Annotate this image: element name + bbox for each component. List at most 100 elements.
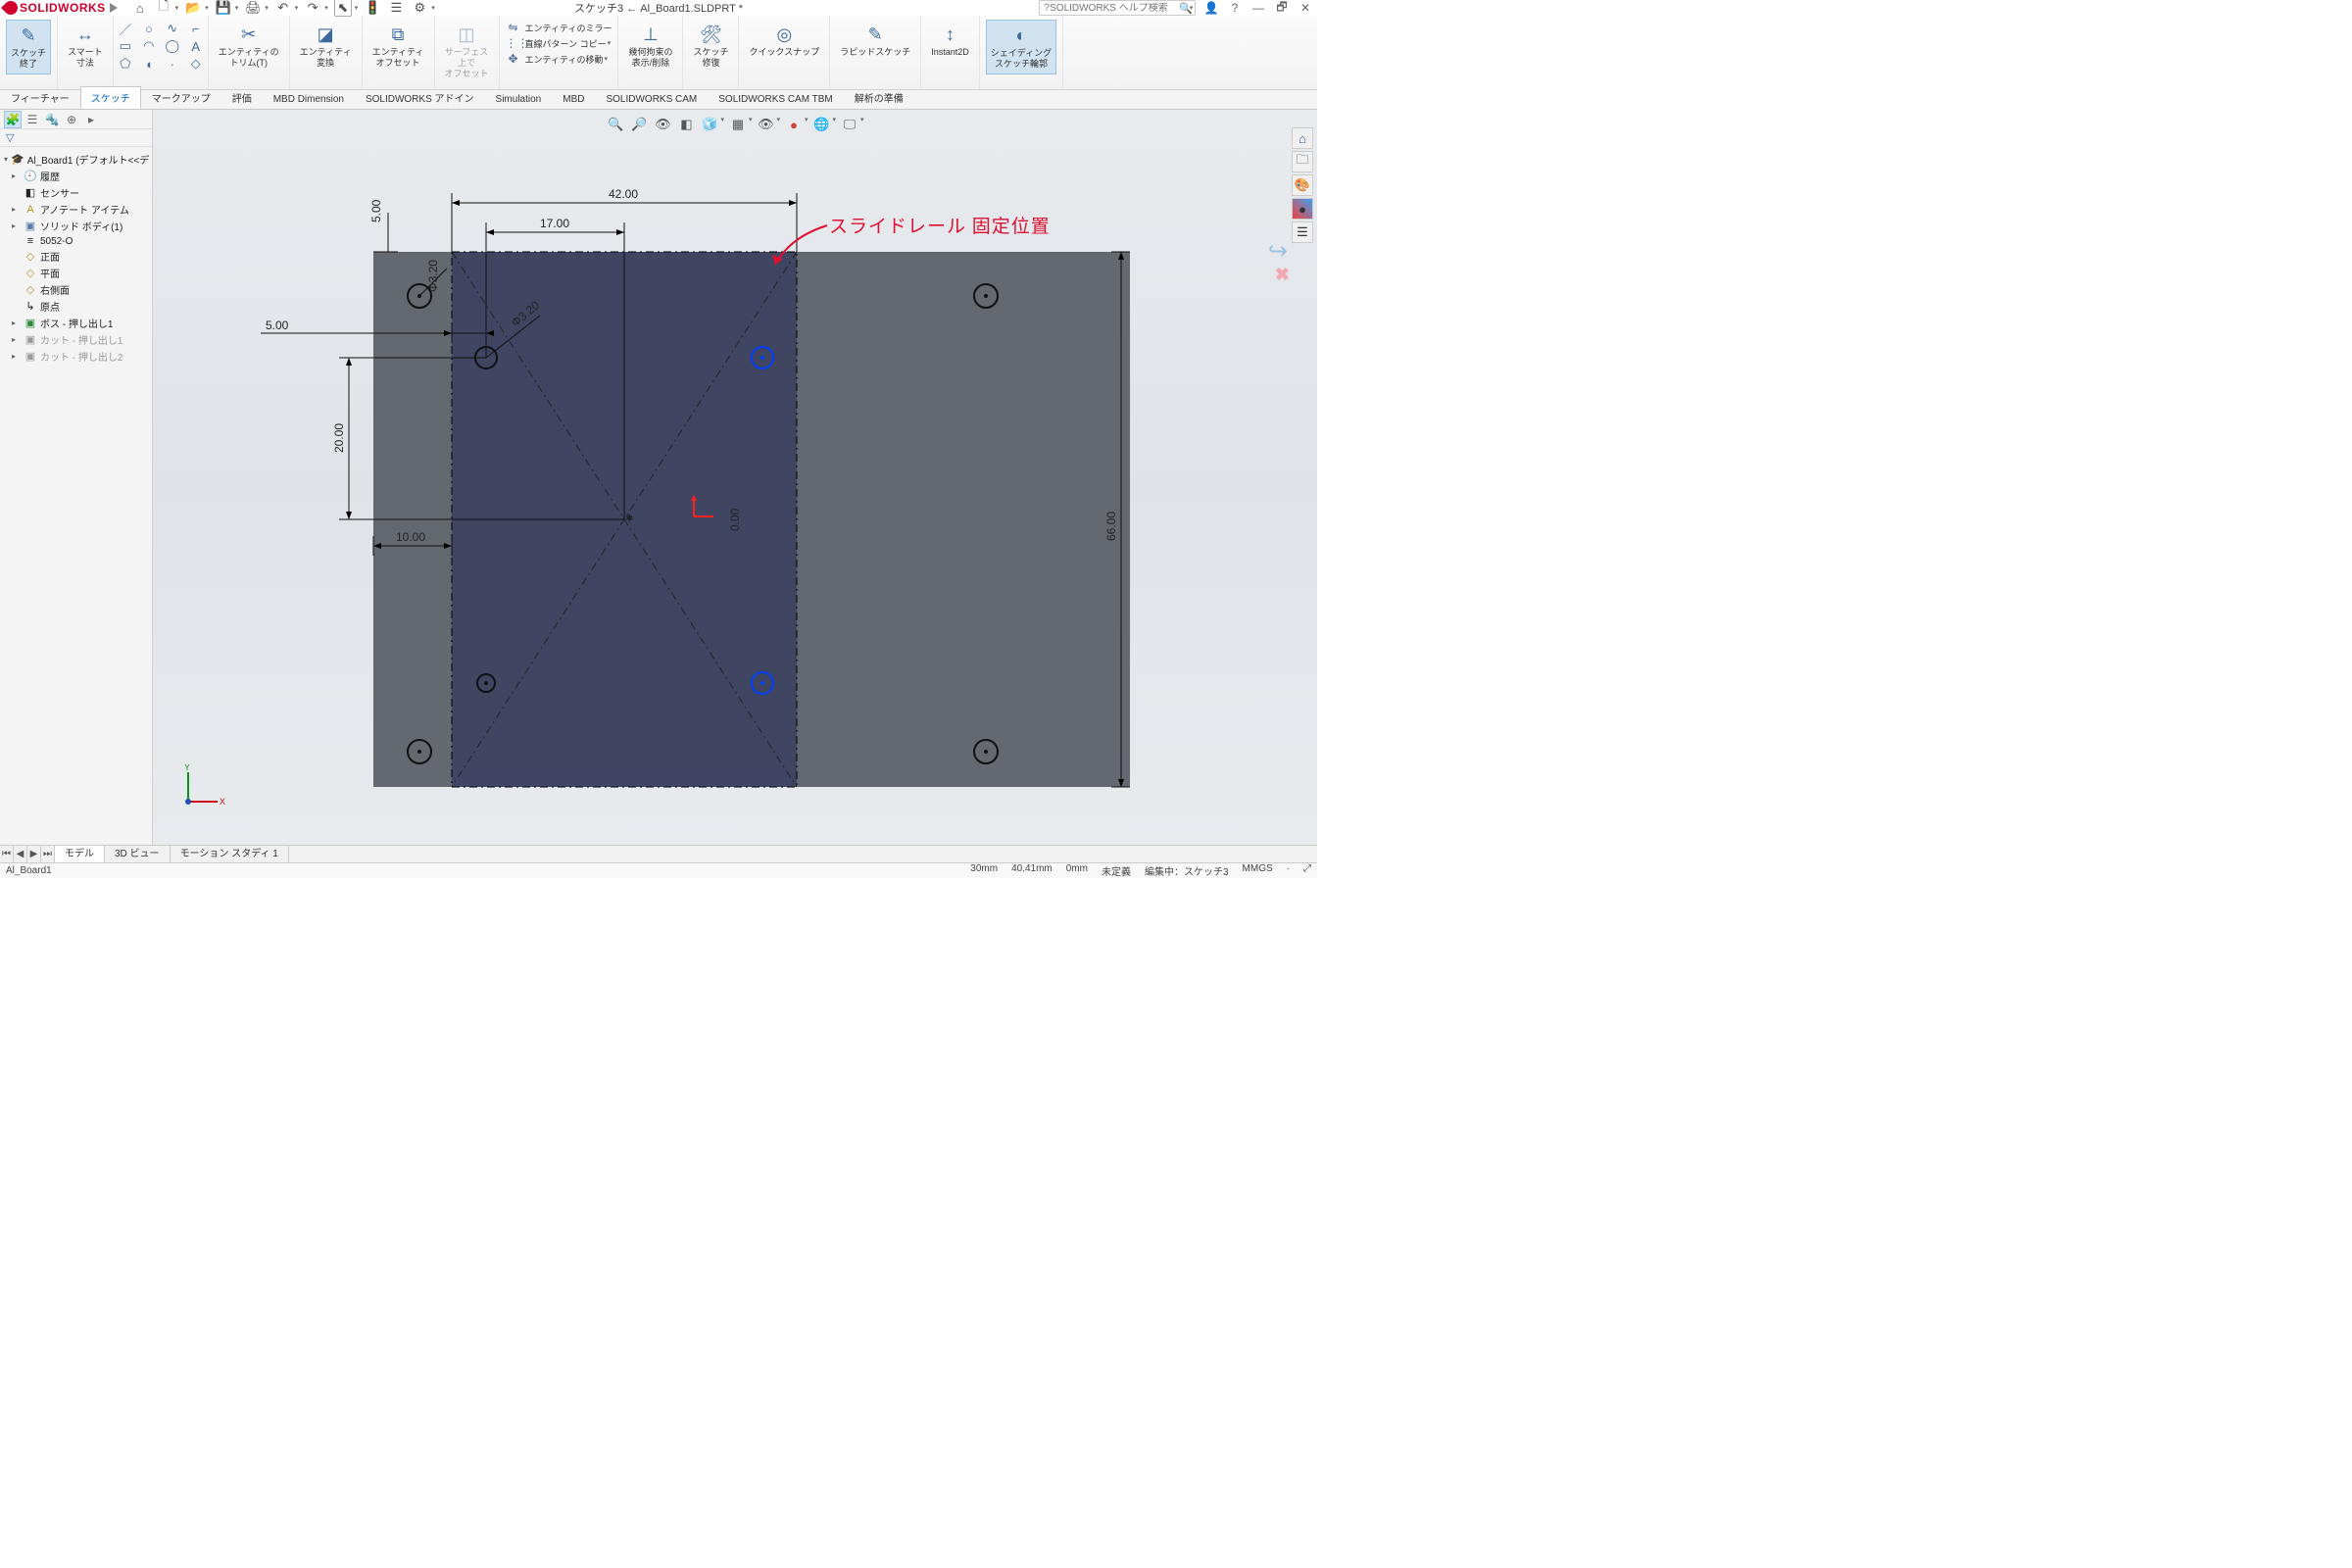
tree-sensors[interactable]: ◧センサー: [2, 184, 150, 201]
home-pane-icon[interactable]: ⌂: [1292, 127, 1313, 149]
feature-tab-icon[interactable]: 🧩: [4, 111, 22, 128]
last-tab-icon[interactable]: ⏭: [41, 846, 55, 862]
shaded-button[interactable]: ◐シェイディング スケッチ輪郭: [986, 20, 1056, 74]
tab-3dview[interactable]: 3D ビュー: [105, 846, 171, 862]
restore-icon[interactable]: 🗗: [1274, 0, 1290, 19]
text-icon[interactable]: A: [186, 37, 206, 55]
spline-icon[interactable]: ∿: [163, 20, 182, 37]
help-search-input[interactable]: [1050, 3, 1179, 14]
smart-dimension-button[interactable]: ↔ スマート 寸法: [64, 20, 107, 73]
filter-icon[interactable]: ▽: [0, 129, 152, 147]
offset-button[interactable]: ⧉エンティティ オフセット: [368, 20, 428, 73]
quicksnap-button[interactable]: ◎クイックスナップ: [745, 20, 823, 62]
options-icon[interactable]: ☰: [387, 0, 405, 17]
command-tabs: フィーチャー スケッチ マークアップ 評価 MBD Dimension SOLI…: [0, 90, 1317, 110]
linear-pattern-button[interactable]: ⋮⋮直線パターン コピー▾: [506, 35, 612, 51]
tab-addins[interactable]: SOLIDWORKS アドイン: [355, 86, 485, 109]
tree-origin[interactable]: ↳原点: [2, 298, 150, 315]
redo-icon[interactable]: ↷: [304, 0, 321, 17]
open-icon[interactable]: 📂: [184, 0, 202, 17]
user-icon[interactable]: 👤: [1203, 1, 1219, 15]
properties-icon[interactable]: ☰: [1292, 221, 1313, 243]
svg-text:X: X: [220, 797, 225, 807]
config-tab-icon[interactable]: 🔩: [43, 111, 61, 128]
plane-icon[interactable]: ◇: [186, 55, 206, 73]
view-triad[interactable]: Y X: [176, 764, 225, 813]
tree-boss1[interactable]: ▸▣ボス - 押し出し1: [2, 315, 150, 331]
tree-cut1[interactable]: ▸▣カット - 押し出し1: [2, 331, 150, 348]
rect-icon[interactable]: ▭: [116, 37, 135, 55]
fillet-icon[interactable]: ⌐: [186, 20, 206, 37]
tab-simulation[interactable]: Simulation: [485, 90, 553, 109]
help-icon[interactable]: ?: [1227, 1, 1243, 15]
tab-cam[interactable]: SOLIDWORKS CAM: [595, 90, 708, 109]
resources-icon[interactable]: 🗀: [1292, 151, 1313, 172]
exit-sketch-button[interactable]: ✎ スケッチ 終了: [6, 20, 51, 74]
line-icon[interactable]: ／: [116, 20, 135, 37]
tab-mbd-dim[interactable]: MBD Dimension: [263, 90, 355, 109]
save-icon[interactable]: 💾: [215, 0, 232, 17]
tree-material[interactable]: ≡5052-O: [2, 234, 150, 248]
property-tab-icon[interactable]: ☰: [24, 111, 41, 128]
home-icon[interactable]: ⌂: [131, 0, 149, 17]
ellipse-icon[interactable]: ◯: [163, 37, 182, 55]
mirror-button[interactable]: ⇋エンティティのミラー: [506, 20, 612, 35]
tab-mbd[interactable]: MBD: [552, 90, 595, 109]
tab-features[interactable]: フィーチャー: [0, 86, 80, 109]
tab-motion[interactable]: モーション スタディ 1: [171, 846, 289, 862]
palette-icon[interactable]: 🎨: [1292, 174, 1313, 196]
arc-icon[interactable]: ◠: [139, 37, 159, 55]
instant2d-button[interactable]: ↕Instant2D: [927, 20, 973, 62]
play-icon[interactable]: [110, 3, 118, 13]
tree-cut2[interactable]: ▸▣カット - 押し出し2: [2, 348, 150, 365]
tree-annotations[interactable]: ▸Aアノテート アイテム: [2, 201, 150, 218]
move-entity-button[interactable]: ✥エンティティの移動▾: [506, 51, 608, 67]
print-icon[interactable]: 🖨: [244, 0, 262, 17]
tree-solidbodies[interactable]: ▸▣ソリッド ボディ(1): [2, 218, 150, 234]
first-tab-icon[interactable]: ⏮: [0, 846, 14, 862]
rotate-confirm-icon[interactable]: ↪: [1268, 237, 1288, 266]
trim-button[interactable]: ✂エンティティの トリム(T): [215, 20, 283, 73]
tab-cam-tbm[interactable]: SOLIDWORKS CAM TBM: [708, 90, 844, 109]
rapid-button[interactable]: ✎ラピッドスケッチ: [836, 20, 914, 62]
help-search[interactable]: ? 🔍▾: [1039, 0, 1196, 16]
tab-evaluate[interactable]: 評価: [221, 86, 263, 109]
geo-rel-button[interactable]: ⊥幾何拘束の 表示/削除: [624, 20, 676, 73]
minimize-icon[interactable]: —: [1250, 1, 1266, 15]
title-right: ? 🔍▾ 👤 ? — 🗗 ✕: [1039, 0, 1313, 19]
close-icon[interactable]: ✕: [1298, 1, 1313, 15]
undo-icon[interactable]: ↶: [274, 0, 292, 17]
slot-icon[interactable]: ◖: [139, 55, 159, 73]
tree-front[interactable]: ◇正面: [2, 248, 150, 265]
new-icon[interactable]: 🗋: [155, 0, 172, 17]
prev-tab-icon[interactable]: ◀: [14, 846, 27, 862]
tree-history[interactable]: ▸🕘履歴: [2, 168, 150, 184]
status-expand-icon[interactable]: ⤢: [1303, 863, 1311, 878]
select-icon[interactable]: ⬉: [334, 0, 352, 17]
next-tab-icon[interactable]: ▶: [27, 846, 41, 862]
poly-icon[interactable]: ⬠: [116, 55, 135, 73]
tab-sketch[interactable]: スケッチ: [80, 86, 141, 109]
circle-icon[interactable]: ○: [139, 20, 159, 37]
settings-icon[interactable]: ⚙: [411, 0, 428, 17]
repair-button[interactable]: 🛠スケッチ 修復: [689, 20, 732, 73]
tab-analysis[interactable]: 解析の準備: [844, 86, 914, 109]
tab-markup[interactable]: マークアップ: [141, 86, 221, 109]
status-more-icon[interactable]: ·: [1287, 863, 1290, 878]
tree-right[interactable]: ◇右側面: [2, 281, 150, 298]
point-icon[interactable]: ·: [163, 55, 182, 73]
status-units[interactable]: MMGS: [1243, 863, 1273, 878]
tree-root[interactable]: ▾🎓Al_Board1 (デフォルト<<デ: [2, 151, 150, 168]
tree-top[interactable]: ◇平面: [2, 265, 150, 281]
graphics-area[interactable]: 🔍 🔎 👁 ◧ 🧊▾ ▦▾ 👁▾ ●▾ 🌐▾ 🖵▾ ✱: [153, 110, 1317, 862]
dim-tab-icon[interactable]: ⊕: [63, 111, 80, 128]
appearance-pane-icon[interactable]: ●: [1292, 198, 1313, 220]
convert-button[interactable]: ◪エンティティ 変換: [296, 20, 356, 73]
tab-model[interactable]: モデル: [55, 846, 105, 862]
traffic-icon[interactable]: 🚦: [364, 0, 381, 17]
dim-0[interactable]: 0.00: [728, 508, 742, 531]
rotate-cancel-icon[interactable]: ✖: [1275, 265, 1290, 285]
dim-5v[interactable]: 5.00: [369, 199, 398, 252]
surf-offset-button[interactable]: ◫サーフェス 上で オフセット: [441, 20, 493, 83]
display-tab-icon[interactable]: ▸: [82, 111, 100, 128]
